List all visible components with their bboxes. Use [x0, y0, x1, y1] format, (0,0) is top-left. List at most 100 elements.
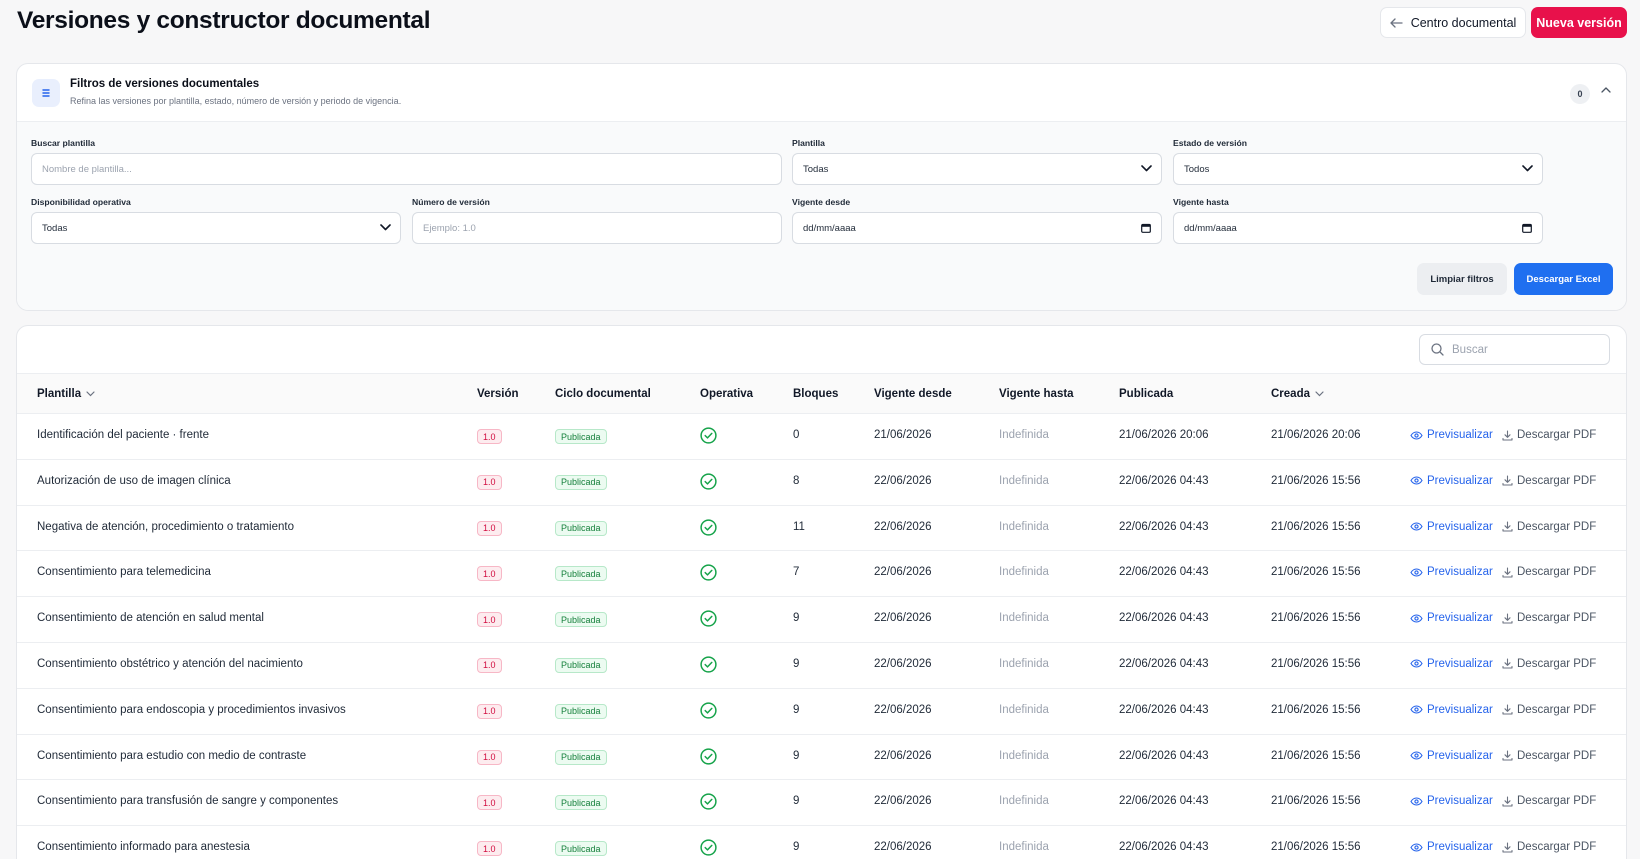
column-header-plantilla[interactable]: Plantilla [37, 388, 95, 400]
column-header-label: Plantilla [37, 388, 82, 400]
row-plantilla: Identificación del paciente · frente [37, 429, 209, 441]
eye-icon [1410, 751, 1423, 760]
row-publicada: 22/06/2026 04:43 [1119, 795, 1209, 808]
filters-panel: Filtros de versiones documentales Refina… [16, 63, 1627, 311]
check-circle-icon [700, 702, 717, 719]
row-vigente-desde: 21/06/2026 [874, 429, 932, 441]
table-row: Consentimiento para transfusión de sangr… [17, 780, 1626, 827]
preview-label: Previsualizar [1427, 657, 1493, 670]
row-publicada: 22/06/2026 04:43 [1119, 566, 1209, 579]
row-plantilla: Consentimiento para estudio con medio de… [37, 749, 307, 762]
chevron-up-icon[interactable] [1601, 87, 1611, 93]
valid-to-label: Vigente hasta [1173, 197, 1229, 207]
search-template-input[interactable]: Nombre de plantilla... [31, 153, 782, 185]
preview-link[interactable]: Previsualizar [1410, 841, 1493, 853]
valid-to-placeholder: dd/mm/aaaa [1184, 222, 1237, 234]
status-badge: Publicada [555, 566, 607, 582]
row-bloques: 0 [793, 429, 800, 441]
table-row: Autorización de uso de imagen clínica 1.… [17, 460, 1626, 506]
preview-link[interactable]: Previsualizar [1410, 429, 1493, 441]
check-circle-icon [700, 564, 717, 582]
row-publicada: 21/06/2026 20:06 [1119, 429, 1209, 441]
download-pdf-link[interactable]: Descargar PDF [1502, 704, 1596, 716]
row-publicada: 22/06/2026 04:43 [1119, 657, 1209, 670]
eye-icon [1410, 430, 1423, 440]
row-vigente-hasta: Indefinida [999, 566, 1049, 579]
clear-filters-button[interactable]: Limpiar filtros [1417, 263, 1507, 295]
download-pdf-link[interactable]: Descargar PDF [1502, 658, 1596, 670]
download-pdf-link[interactable]: Descargar PDF [1502, 750, 1596, 762]
download-pdf-label: Descargar PDF [1517, 841, 1597, 854]
preview-link[interactable]: Previsualizar [1410, 795, 1493, 807]
preview-link[interactable]: Previsualizar [1410, 521, 1493, 533]
valid-from-label: Vigente desde [792, 197, 851, 207]
download-pdf-link[interactable]: Descargar PDF [1502, 566, 1596, 578]
check-circle-icon [700, 747, 717, 765]
version-number-input[interactable]: Ejemplo: 1.0 [412, 212, 782, 244]
download-pdf-link[interactable]: Descargar PDF [1502, 612, 1596, 624]
download-pdf-link[interactable]: Descargar PDF [1502, 475, 1596, 487]
check-circle-icon [700, 839, 717, 856]
row-vigente-desde: 22/06/2026 [874, 841, 932, 854]
table-row: Negativa de atención, procedimiento o tr… [17, 506, 1626, 552]
preview-label: Previsualizar [1427, 612, 1493, 625]
status-badge: Publicada [555, 841, 607, 857]
row-plantilla: Consentimiento para endoscopia y procedi… [37, 703, 346, 716]
new-version-button[interactable]: Nueva versión [1531, 7, 1627, 38]
preview-link[interactable]: Previsualizar [1410, 704, 1493, 716]
row-vigente-hasta: Indefinida [999, 520, 1049, 533]
row-vigente-desde: 22/06/2026 [874, 612, 932, 625]
row-plantilla: Consentimiento para telemedicina [37, 566, 211, 579]
column-header-publicada: Publicada [1119, 388, 1174, 400]
row-creada: 21/06/2026 15:56 [1271, 612, 1361, 625]
preview-link[interactable]: Previsualizar [1410, 475, 1493, 487]
row-bloques: 11 [793, 520, 805, 533]
download-pdf-link[interactable]: Descargar PDF [1502, 521, 1596, 533]
filters-title: Filtros de versiones documentales [70, 78, 260, 90]
version-badge: 1.0 [477, 566, 502, 582]
row-vigente-desde: 22/06/2026 [874, 474, 932, 487]
version-state-select[interactable]: Todos [1173, 153, 1543, 185]
row-bloques: 9 [793, 749, 800, 762]
filters-header[interactable]: Filtros de versiones documentales Refina… [17, 64, 1626, 122]
template-select[interactable]: Todas [792, 153, 1162, 185]
row-vigente-hasta: Indefinida [999, 474, 1049, 487]
preview-link[interactable]: Previsualizar [1410, 612, 1493, 624]
valid-from-date-input[interactable]: dd/mm/aaaa [792, 212, 1162, 244]
preview-label: Previsualizar [1427, 703, 1493, 716]
valid-to-date-input[interactable]: dd/mm/aaaa [1173, 212, 1543, 244]
back-to-document-center-button[interactable]: Centro documental [1380, 7, 1526, 38]
download-excel-button[interactable]: Descargar Excel [1514, 263, 1613, 295]
table-row: Consentimiento obstétrico y atención del… [17, 643, 1626, 689]
valid-from-placeholder: dd/mm/aaaa [803, 222, 856, 234]
download-pdf-link[interactable]: Descargar PDF [1502, 795, 1596, 807]
check-circle-icon [700, 610, 717, 627]
status-badge: Publicada [555, 612, 607, 628]
preview-link[interactable]: Previsualizar [1410, 750, 1493, 762]
row-vigente-hasta: Indefinida [999, 795, 1049, 808]
download-icon [1502, 567, 1513, 578]
column-header-operativa: Operativa [700, 388, 754, 400]
row-publicada: 22/06/2026 04:43 [1119, 703, 1209, 716]
download-pdf-link[interactable]: Descargar PDF [1502, 429, 1596, 441]
row-vigente-desde: 22/06/2026 [874, 566, 932, 579]
status-badge: Publicada [555, 429, 607, 444]
table-header: Plantilla Versión Ciclo documental Opera… [17, 373, 1626, 414]
download-icon [1502, 842, 1513, 853]
preview-link[interactable]: Previsualizar [1410, 566, 1493, 578]
preview-label: Previsualizar [1427, 429, 1493, 441]
column-header-creada[interactable]: Creada [1271, 388, 1324, 400]
calendar-icon[interactable] [1141, 223, 1151, 233]
preview-link[interactable]: Previsualizar [1410, 658, 1493, 670]
table-search-input[interactable]: Buscar [1419, 334, 1610, 365]
check-circle-icon [700, 427, 717, 444]
column-header-ciclo: Ciclo documental [555, 388, 651, 400]
template-select-value: Todas [803, 163, 829, 175]
calendar-icon[interactable] [1522, 223, 1532, 233]
availability-select[interactable]: Todas [31, 212, 401, 244]
download-icon [1502, 429, 1513, 441]
row-vigente-hasta: Indefinida [999, 841, 1049, 854]
eye-icon [1410, 476, 1423, 485]
row-creada: 21/06/2026 15:56 [1271, 474, 1361, 487]
download-pdf-link[interactable]: Descargar PDF [1502, 841, 1596, 853]
